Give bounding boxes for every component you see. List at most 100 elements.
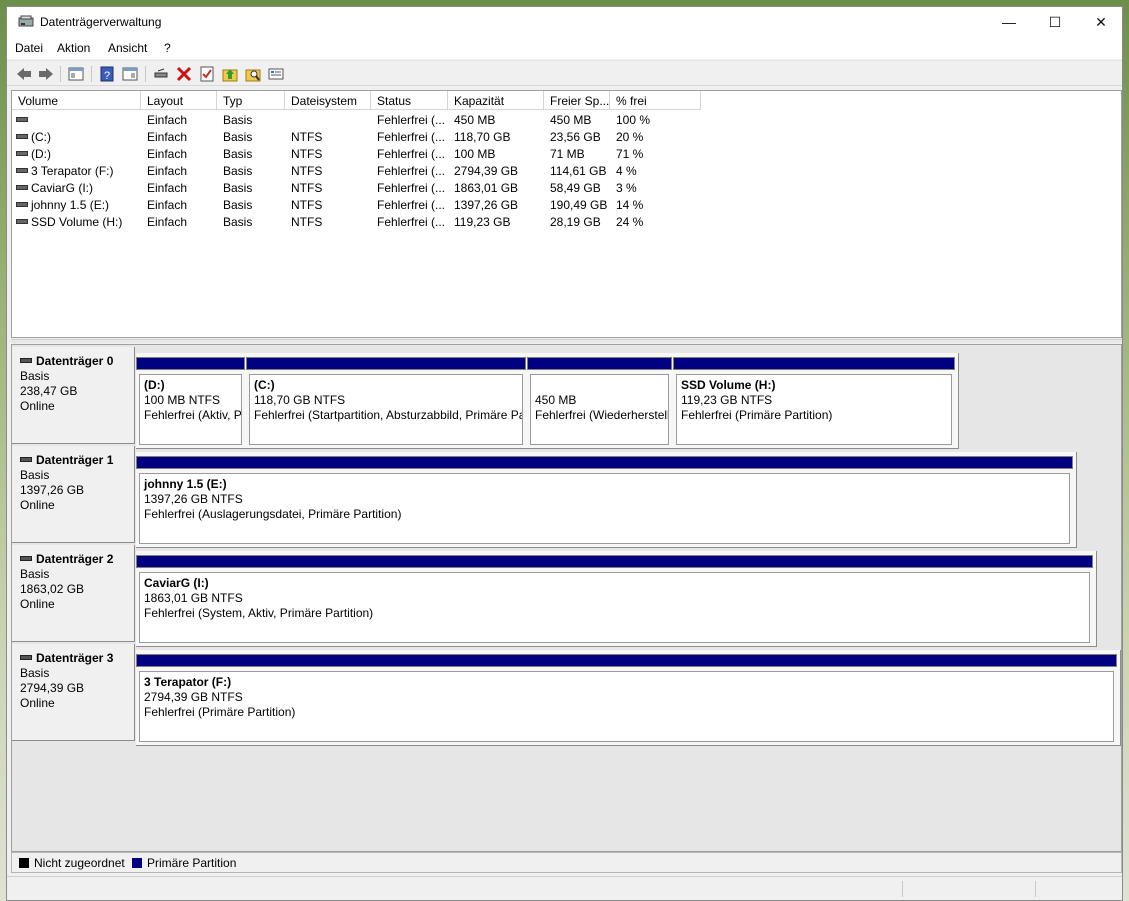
partition-size: 119,23 GB NTFS bbox=[681, 393, 773, 407]
volume-name: SSD Volume (H:) bbox=[31, 215, 123, 229]
table-cell: Einfach bbox=[147, 147, 188, 161]
partition-name: SSD Volume (H:) bbox=[681, 378, 776, 392]
find-icon[interactable] bbox=[244, 65, 262, 83]
window-title: Datenträgerverwaltung bbox=[40, 15, 162, 29]
menu-datei[interactable]: Datei bbox=[15, 41, 43, 55]
disk-label[interactable]: Datenträger 1 Basis 1397,26 GB Online bbox=[12, 446, 135, 543]
table-cell: 119,23 GB bbox=[454, 215, 511, 229]
table-row[interactable]: johnny 1.5 (E:) Einfach Basis NTFS Fehlerfre… bbox=[12, 196, 1121, 213]
disk-type: Basis bbox=[20, 666, 50, 680]
disk-partitions: CaviarG (I:) 1863,01 GB NTFS Fehlerfrei … bbox=[136, 551, 1097, 647]
close-button[interactable]: ✕ bbox=[1078, 7, 1124, 37]
disk-label[interactable]: Datenträger 2 Basis 1863,02 GB Online bbox=[12, 545, 135, 642]
pane-splitter[interactable] bbox=[11, 339, 1122, 343]
partition-size: 1397,26 GB NTFS bbox=[144, 492, 243, 506]
partition-name: johnny 1.5 (E:) bbox=[144, 477, 227, 491]
disk-status: Online bbox=[20, 399, 55, 413]
disk-icon bbox=[20, 357, 32, 363]
table-cell: SSD Volume (H:) bbox=[16, 215, 122, 229]
table-row[interactable]: CaviarG (I:) Einfach Basis NTFS Fehlerfrei (… bbox=[12, 179, 1121, 196]
col-status[interactable]: Status bbox=[371, 91, 448, 110]
table-row[interactable]: (D:) Einfach Basis NTFS Fehlerfrei (... 100 M… bbox=[12, 145, 1121, 162]
partition[interactable]: SSD Volume (H:) 119,23 GB NTFS Fehlerfre… bbox=[673, 357, 955, 445]
table-cell: 450 MB bbox=[454, 113, 496, 127]
disk-label[interactable]: Datenträger 3 Basis 2794,39 GB Online bbox=[12, 644, 135, 741]
table-cell: Einfach bbox=[147, 164, 188, 178]
menu-ansicht[interactable]: Ansicht bbox=[108, 41, 147, 55]
legend: Nicht zugeordnet Primäre Partition bbox=[11, 852, 1122, 873]
details-icon[interactable] bbox=[121, 65, 139, 83]
table-cell: 23,56 GB bbox=[550, 130, 601, 144]
table-cell: 71 % bbox=[616, 147, 644, 161]
col-layout[interactable]: Layout bbox=[141, 91, 217, 110]
table-row[interactable]: (C:) Einfach Basis NTFS Fehlerfrei (... 118,7… bbox=[12, 128, 1121, 145]
col-kapazitaet[interactable]: Kapazität bbox=[448, 91, 544, 110]
disk-partitions: (D:) 100 MB NTFS Fehlerfrei (Aktiv, P (C… bbox=[136, 353, 959, 449]
table-cell bbox=[16, 113, 31, 127]
help-icon[interactable]: ? bbox=[98, 65, 116, 83]
table-cell: 2794,39 GB bbox=[454, 164, 519, 178]
table-cell: 28,19 GB bbox=[550, 215, 601, 229]
table-row[interactable]: Einfach Basis Fehlerfrei (... 450 MB 450 MB 1… bbox=[12, 111, 1121, 128]
col-volume[interactable]: Volume bbox=[12, 91, 141, 110]
table-cell: 3 % bbox=[616, 181, 637, 195]
col-prozent-frei[interactable]: % frei bbox=[610, 91, 701, 110]
table-cell: 24 % bbox=[616, 215, 644, 229]
col-freier-speicher[interactable]: Freier Sp... bbox=[544, 91, 610, 110]
partition-name: 3 Terapator (F:) bbox=[144, 675, 232, 689]
volume-icon bbox=[16, 134, 28, 140]
partition-size: 118,70 GB NTFS bbox=[254, 393, 346, 407]
partition-name: (C:) bbox=[254, 378, 275, 392]
partition-status: Fehlerfrei (Wiederherstell bbox=[535, 408, 669, 422]
console-tree-icon[interactable] bbox=[67, 65, 85, 83]
col-typ[interactable]: Typ bbox=[217, 91, 285, 110]
partition-status: Fehlerfrei (System, Aktiv, Primäre Parti… bbox=[144, 606, 374, 620]
volume-icon bbox=[16, 168, 28, 174]
minimize-button[interactable]: — bbox=[986, 7, 1032, 37]
disk-management-window: Datenträgerverwaltung — ☐ ✕ Datei Aktion… bbox=[6, 6, 1123, 901]
back-icon[interactable] bbox=[15, 65, 33, 83]
col-dateisystem[interactable]: Dateisystem bbox=[285, 91, 371, 110]
legend-label: Nicht zugeordnet bbox=[34, 856, 125, 870]
partition-name bbox=[535, 378, 668, 393]
table-cell: (C:) bbox=[16, 130, 51, 144]
up-icon[interactable] bbox=[221, 65, 239, 83]
partition-status: Fehlerfrei (Primäre Partition) bbox=[144, 705, 296, 719]
table-row[interactable]: SSD Volume (H:) Einfach Basis NTFS Fehlerfre… bbox=[12, 213, 1121, 230]
table-cell: Basis bbox=[223, 198, 253, 212]
table-cell: Fehlerfrei (... bbox=[377, 130, 446, 144]
format-icon[interactable] bbox=[267, 65, 285, 83]
volume-icon bbox=[16, 185, 28, 191]
menu-help[interactable]: ? bbox=[164, 41, 171, 55]
disk-name: Datenträger 0 bbox=[36, 354, 114, 368]
volume-name: CaviarG (I:) bbox=[31, 181, 94, 195]
legend-label: Primäre Partition bbox=[147, 856, 237, 870]
table-cell: 100 MB bbox=[454, 147, 496, 161]
partition[interactable]: johnny 1.5 (E:) 1397,26 GB NTFS Fehlerfr… bbox=[136, 456, 1073, 544]
partition[interactable]: (D:) 100 MB NTFS Fehlerfrei (Aktiv, P bbox=[136, 357, 245, 445]
toolbar: ? bbox=[7, 60, 1122, 86]
partition-status: Fehlerfrei (Auslagerungsdatei, Primäre P… bbox=[144, 507, 402, 521]
connect-icon[interactable] bbox=[152, 65, 170, 83]
table-cell: Basis bbox=[223, 113, 253, 127]
disk-type: Basis bbox=[20, 567, 50, 581]
table-cell: Einfach bbox=[147, 113, 188, 127]
partition[interactable]: 450 MB Fehlerfrei (Wiederherstell bbox=[527, 357, 672, 445]
table-cell: Basis bbox=[223, 181, 253, 195]
forward-icon[interactable] bbox=[37, 65, 55, 83]
disk-status: Online bbox=[20, 597, 55, 611]
disk-label[interactable]: Datenträger 0 Basis 238,47 GB Online bbox=[12, 347, 135, 444]
partition[interactable]: CaviarG (I:) 1863,01 GB NTFS Fehlerfrei … bbox=[136, 555, 1093, 643]
partition[interactable]: 3 Terapator (F:) 2794,39 GB NTFS Fehlerf… bbox=[136, 654, 1117, 742]
partition[interactable]: (C:) 118,70 GB NTFS Fehlerfrei (Startpar… bbox=[246, 357, 526, 445]
table-cell: 14 % bbox=[616, 198, 644, 212]
table-cell: CaviarG (I:) bbox=[16, 181, 93, 195]
delete-icon[interactable] bbox=[175, 65, 193, 83]
disk-graphical-view: Datenträger 0 Basis 238,47 GB Online (D:… bbox=[11, 344, 1122, 852]
menu-aktion[interactable]: Aktion bbox=[57, 41, 90, 55]
partition-status: Fehlerfrei (Primäre Partition) bbox=[681, 408, 833, 422]
table-cell: Basis bbox=[223, 164, 253, 178]
table-row[interactable]: 3 Terapator (F:) Einfach Basis NTFS Fehlerfr… bbox=[12, 162, 1121, 179]
properties-icon[interactable] bbox=[198, 65, 216, 83]
maximize-button[interactable]: ☐ bbox=[1032, 7, 1078, 37]
